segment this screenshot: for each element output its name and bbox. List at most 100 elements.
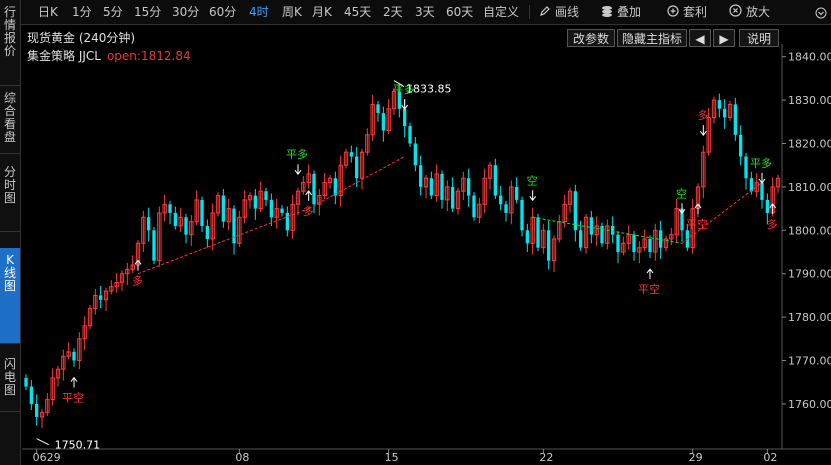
candle-down <box>733 104 737 135</box>
candle-up <box>530 216 535 244</box>
candle-up <box>317 195 322 205</box>
scroll-right-button[interactable]: ▶ <box>713 29 735 47</box>
sidebar-tab-4[interactable]: 闪电图 <box>0 352 20 412</box>
candle-up <box>359 151 365 179</box>
arbitrage-button[interactable]: 套利 <box>667 0 707 24</box>
hide-main-indicator-button[interactable]: 隐藏主指标 <box>617 29 687 47</box>
overlay-button-label: 叠加 <box>617 5 642 19</box>
period-tab-12[interactable]: 60天 <box>446 0 473 24</box>
indicator-info-bar: 现货黄金 (240分钟) 集金策略 JJCL open:1812.84 改参数 隐… <box>21 25 831 65</box>
period-tab-6[interactable]: 4时 <box>249 0 269 24</box>
candle-up <box>55 368 61 379</box>
signal-arrow-icon <box>769 203 777 214</box>
signal-arrow-icon <box>401 99 409 110</box>
candle-down <box>285 212 289 231</box>
signal-arrow-icon <box>134 259 142 271</box>
sidebar-tab-1[interactable]: 综合看盘 <box>0 86 20 154</box>
candle-down <box>451 186 455 209</box>
candle-down <box>408 126 412 144</box>
candle-up <box>237 216 242 244</box>
sidebar-tab-0[interactable]: 行情报价 <box>0 0 20 86</box>
candle-up <box>247 195 253 201</box>
candle-down <box>29 386 33 404</box>
period-tab-13[interactable]: 自定义 <box>483 0 519 24</box>
zoom-in-button[interactable]: 放大 <box>729 0 770 24</box>
signal-label: 多 <box>132 273 143 287</box>
candle-down <box>525 230 529 244</box>
sidebar-tab-2[interactable]: 分时图 <box>0 160 20 232</box>
candle-up <box>39 412 45 418</box>
scroll-left-button[interactable]: ◀ <box>689 29 711 47</box>
time-tick-label: 08 <box>235 451 249 464</box>
candle-down <box>515 186 519 200</box>
period-tab-3[interactable]: 15分 <box>134 0 161 24</box>
high-marker-line <box>393 80 405 87</box>
signal-arrow <box>646 268 654 280</box>
period-tab-5[interactable]: 60分 <box>209 0 236 24</box>
change-params-button[interactable]: 改参数 <box>567 29 615 47</box>
candle-down <box>600 225 604 244</box>
candle-down <box>35 403 39 417</box>
signal-arrow <box>758 172 766 184</box>
signal-label: 多 <box>767 217 778 231</box>
kline-chart[interactable]: 1840.001830.001820.001810.001800.001790.… <box>0 0 831 465</box>
signal-arrow-icon <box>294 164 302 176</box>
candle-down <box>221 195 225 222</box>
period-tab-0[interactable]: 日K <box>38 0 58 24</box>
signal-arrow <box>134 259 142 271</box>
candle-up <box>727 103 733 118</box>
candle-down <box>579 230 583 248</box>
help-button[interactable]: 说明 <box>739 29 779 47</box>
price-tick-label: 1810.00 <box>788 181 831 194</box>
candle-up <box>258 190 263 210</box>
zoom-in-icon <box>729 1 742 25</box>
period-tab-7[interactable]: 周K <box>282 0 302 24</box>
sidebar-tab-label: 综合看盘 <box>4 91 17 144</box>
period-tab-10[interactable]: 2天 <box>383 0 403 24</box>
candle-up <box>455 190 461 210</box>
trend-line <box>681 182 763 244</box>
candle-up <box>642 238 647 249</box>
signal-arrow <box>769 203 777 214</box>
candle-down <box>659 230 663 248</box>
signal-arrow <box>678 203 686 215</box>
candle-down <box>253 195 257 209</box>
signal-arrow-icon <box>678 203 686 215</box>
period-tab-8[interactable]: 月K <box>312 0 332 24</box>
candle-up <box>242 199 247 218</box>
candle-up <box>45 399 50 414</box>
candle-down <box>403 108 407 127</box>
candle-up <box>189 221 194 236</box>
period-tab-2[interactable]: 5分 <box>103 0 123 24</box>
candle-down <box>611 225 615 235</box>
draw-line-button-label: 画线 <box>555 5 580 19</box>
period-tab-9[interactable]: 45天 <box>344 0 371 24</box>
period-tab-1[interactable]: 1分 <box>72 0 92 24</box>
candle-up <box>706 116 711 153</box>
candle-up <box>50 377 55 401</box>
instrument-title: 现货黄金 (240分钟) <box>27 31 136 45</box>
candle-down <box>232 208 236 244</box>
candle-down <box>429 178 433 196</box>
period-tab-11[interactable]: 3天 <box>415 0 435 24</box>
candle-up <box>445 186 450 201</box>
candle-up <box>295 190 301 205</box>
draw-line-button[interactable]: 画线 <box>539 0 579 24</box>
candle-up <box>343 151 349 166</box>
candle-up <box>82 325 87 340</box>
candle-up <box>770 186 775 214</box>
candle-up <box>477 203 482 218</box>
period-tab-4[interactable]: 30分 <box>172 0 199 24</box>
candle-down <box>760 182 764 200</box>
time-tick-label: 0629 <box>33 451 61 464</box>
more-dropdown-icon[interactable] <box>815 0 827 24</box>
sidebar-tab-3[interactable]: K线图 <box>0 248 20 344</box>
overlay-button[interactable]: 叠加 <box>601 0 641 24</box>
candle-down <box>440 173 444 200</box>
signal-arrow-icon <box>305 190 313 201</box>
candle-down <box>333 178 337 196</box>
candle-down <box>547 230 551 261</box>
candle-up <box>701 151 706 188</box>
candle-up <box>301 182 306 192</box>
candle-up <box>109 286 114 292</box>
